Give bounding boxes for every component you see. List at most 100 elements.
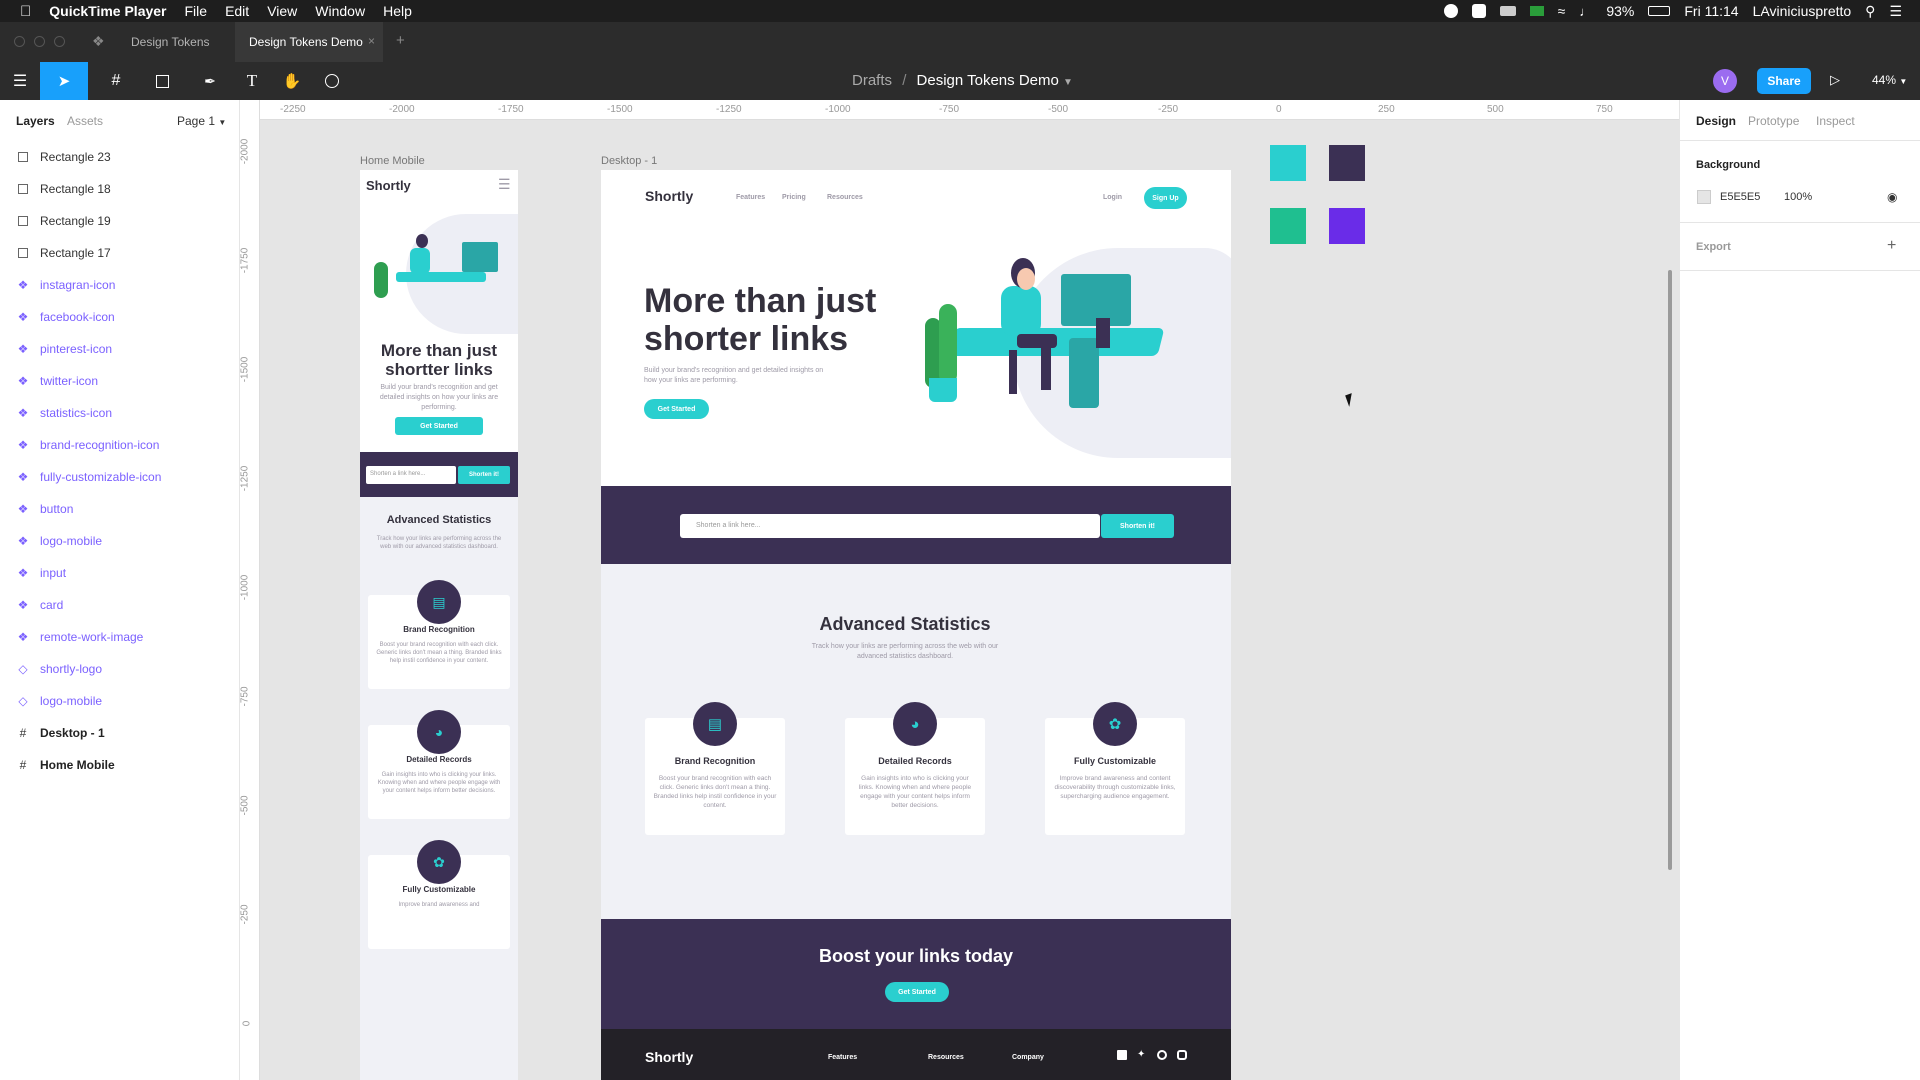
move-tool-button[interactable]: ➤: [40, 62, 88, 100]
layer-item[interactable]: # Home Mobile: [0, 749, 239, 781]
layer-item[interactable]: ❖ twitter-icon: [0, 365, 239, 397]
tab-design-tokens[interactable]: Design Tokens: [131, 35, 210, 49]
nav-features[interactable]: Features: [736, 194, 765, 201]
home-mobile-frame[interactable]: Shortly ☰ More than just shortter links …: [360, 170, 518, 1080]
background-swatch[interactable]: [1697, 190, 1711, 204]
visibility-eye-icon[interactable]: ◉: [1887, 190, 1897, 204]
layer-item[interactable]: ❖ statistics-icon: [0, 397, 239, 429]
spotlight-icon[interactable]: ⚲: [1865, 3, 1875, 20]
canvas-scrollbar[interactable]: [1668, 270, 1672, 870]
zoom-menu[interactable]: 44% ▼: [1872, 73, 1907, 87]
layer-item[interactable]: # Desktop - 1: [0, 717, 239, 749]
window-close-dot[interactable]: [14, 36, 25, 47]
status-icon-5[interactable]: [1471, 4, 1486, 18]
layer-item[interactable]: ❖ remote-work-image: [0, 621, 239, 653]
layer-item[interactable]: ❖ button: [0, 493, 239, 525]
wifi-icon[interactable]: ≈: [1558, 3, 1566, 19]
mobile-shorten-button[interactable]: Shorten it!: [458, 466, 510, 484]
tab-design-tokens-demo-active[interactable]: Design Tokens Demo ×: [235, 22, 383, 62]
close-tab-icon[interactable]: ×: [368, 34, 375, 48]
file-name[interactable]: Design Tokens Demo: [917, 72, 1059, 89]
breadcrumb-drafts[interactable]: Drafts: [852, 72, 892, 89]
background-hex[interactable]: E5E5E5: [1720, 191, 1760, 203]
layer-item[interactable]: ❖ card: [0, 589, 239, 621]
mobile-get-started-button[interactable]: Get Started: [395, 417, 483, 435]
instagram-icon[interactable]: [1177, 1050, 1187, 1060]
pinterest-icon[interactable]: [1157, 1050, 1167, 1060]
user-avatar[interactable]: V: [1713, 69, 1737, 93]
desktop-link-input[interactable]: Shorten a link here...: [680, 514, 1100, 538]
desktop-get-started-button[interactable]: Get Started: [644, 399, 709, 419]
design-canvas[interactable]: -2250 -2000 -1750 -1500 -1250 -1000 -750…: [240, 100, 1679, 1080]
menu-file[interactable]: File: [185, 3, 208, 19]
shape-tool-button[interactable]: [144, 62, 180, 100]
color-swatch-dark-violet[interactable]: [1329, 145, 1365, 181]
nav-pricing[interactable]: Pricing: [782, 194, 806, 201]
layer-item[interactable]: ❖ instagran-icon: [0, 269, 239, 301]
chevron-down-icon[interactable]: ▼: [1063, 77, 1073, 88]
share-button[interactable]: Share: [1757, 68, 1811, 94]
control-center-icon[interactable]: ☰: [1889, 3, 1902, 20]
facebook-icon[interactable]: [1117, 1050, 1127, 1060]
add-export-icon[interactable]: +: [1887, 237, 1896, 255]
desktop-frame[interactable]: Shortly Features Pricing Resources Login…: [601, 170, 1231, 1080]
background-opacity[interactable]: 100%: [1784, 191, 1812, 203]
tab-design[interactable]: Design: [1696, 114, 1736, 128]
figma-home-icon[interactable]: ❖: [92, 33, 105, 50]
nav-login[interactable]: Login: [1103, 194, 1122, 201]
record-icon[interactable]: [1443, 4, 1458, 18]
tab-assets[interactable]: Assets: [67, 114, 103, 128]
window-zoom-dot[interactable]: [54, 36, 65, 47]
layer-item[interactable]: ❖ facebook-icon: [0, 301, 239, 333]
layer-item[interactable]: ❖ fully-customizable-icon: [0, 461, 239, 493]
layer-item[interactable]: ❖ logo-mobile: [0, 525, 239, 557]
mobile-link-input[interactable]: Shorten a link here...: [366, 466, 456, 484]
desktop-shorten-button[interactable]: Shorten it!: [1101, 514, 1174, 538]
layer-item[interactable]: Rectangle 23: [0, 141, 239, 173]
present-button[interactable]: ▷: [1830, 72, 1840, 88]
new-tab-icon[interactable]: +: [396, 32, 405, 49]
window-minimize-dot[interactable]: [34, 36, 45, 47]
comment-tool-button[interactable]: [320, 62, 344, 100]
frame-label-desktop[interactable]: Desktop - 1: [601, 155, 657, 167]
layer-item[interactable]: ❖ input: [0, 557, 239, 589]
layer-item[interactable]: ❖ pinterest-icon: [0, 333, 239, 365]
twitter-icon[interactable]: ✦: [1137, 1049, 1145, 1060]
layer-item[interactable]: Rectangle 19: [0, 205, 239, 237]
battery-icon[interactable]: [1648, 6, 1671, 16]
color-swatch-violet[interactable]: [1329, 208, 1365, 244]
layer-item[interactable]: Rectangle 17: [0, 237, 239, 269]
frame-tool-button[interactable]: #: [98, 62, 134, 100]
mobile-hamburger-icon[interactable]: ☰: [498, 176, 511, 193]
menu-edit[interactable]: Edit: [225, 3, 249, 19]
tab-layers[interactable]: Layers: [16, 114, 55, 128]
app-menu[interactable]: QuickTime Player: [49, 3, 166, 19]
layer-item[interactable]: ❖ brand-recognition-icon: [0, 429, 239, 461]
menu-view[interactable]: View: [267, 3, 297, 19]
volume-icon[interactable]: ♩: [1579, 4, 1592, 19]
docker-icon[interactable]: [1499, 6, 1516, 16]
nav-signup-button[interactable]: Sign Up: [1144, 187, 1187, 209]
pen-tool-button[interactable]: ✒: [192, 62, 228, 100]
frame-label-mobile[interactable]: Home Mobile: [360, 155, 425, 167]
boost-get-started-button[interactable]: Get Started: [885, 982, 949, 1002]
page-selector[interactable]: Page 1 ▼: [177, 114, 226, 128]
tab-inspect[interactable]: Inspect: [1816, 114, 1855, 128]
menu-help[interactable]: Help: [383, 3, 412, 19]
nav-resources[interactable]: Resources: [827, 194, 863, 201]
clock[interactable]: Fri 11:14: [1684, 3, 1738, 19]
layer-item[interactable]: ◇ logo-mobile: [0, 685, 239, 717]
hand-tool-button[interactable]: ✋: [280, 62, 304, 100]
flag-icon[interactable]: [1529, 6, 1544, 16]
text-tool-button[interactable]: T: [240, 62, 264, 100]
color-swatch-cyan[interactable]: [1270, 145, 1306, 181]
tab-prototype[interactable]: Prototype: [1748, 114, 1799, 128]
main-menu-button[interactable]: ☰: [8, 62, 32, 100]
menu-window[interactable]: Window: [315, 3, 365, 19]
layer-item[interactable]: Rectangle 18: [0, 173, 239, 205]
apple-icon[interactable]: : [20, 3, 31, 20]
user-name[interactable]: LAviniciuspretto: [1753, 3, 1852, 19]
layer-item[interactable]: ◇ shortly-logo: [0, 653, 239, 685]
battery-percent[interactable]: 93%: [1606, 3, 1634, 19]
color-swatch-green[interactable]: [1270, 208, 1306, 244]
